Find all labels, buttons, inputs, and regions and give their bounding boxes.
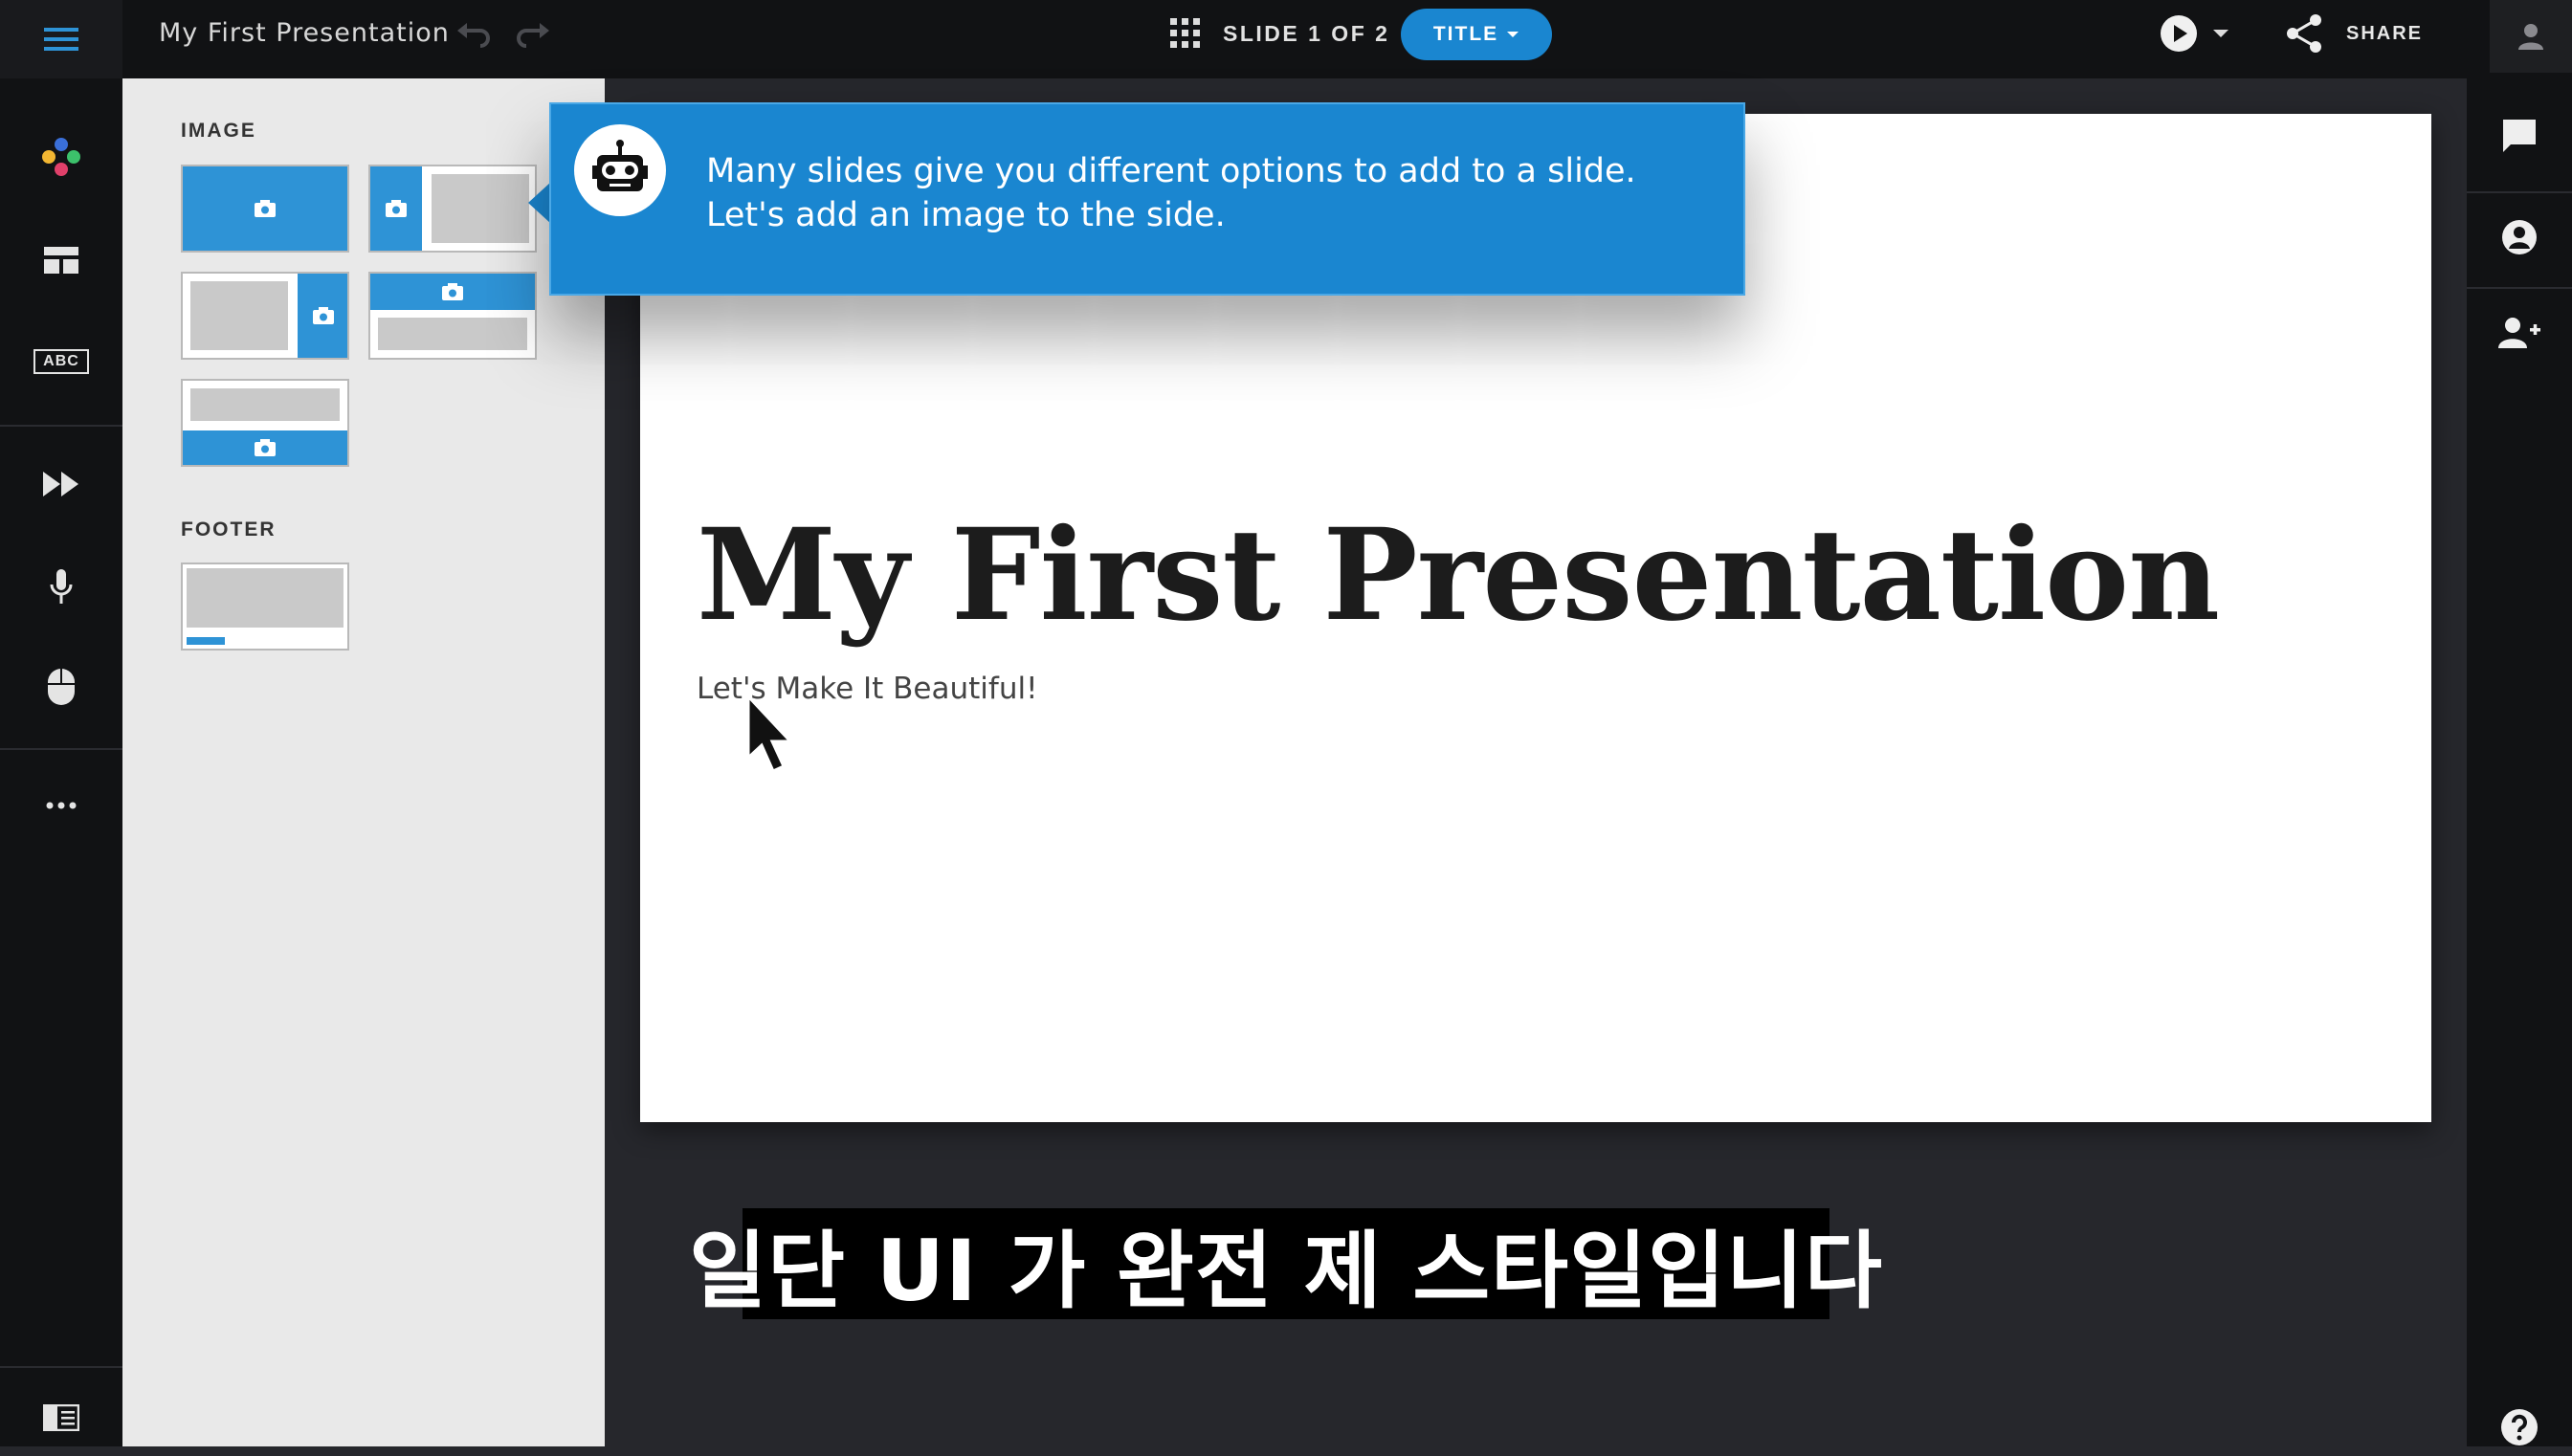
help-button[interactable] <box>2467 1399 2572 1456</box>
assistant-avatar <box>574 124 666 216</box>
caption-text: 일단 UI 가 완전 제 스타일입니다 <box>689 1221 1883 1320</box>
present-button[interactable] <box>2159 13 2229 54</box>
footer-section-label: FOOTER <box>181 518 277 540</box>
robot-icon <box>592 140 648 191</box>
text-icon: ABC <box>33 349 89 374</box>
caret-down-icon <box>2213 30 2228 37</box>
undo-button[interactable] <box>455 17 494 55</box>
panel-toggle-icon <box>43 1404 79 1431</box>
image-section-label: IMAGE <box>181 120 256 142</box>
document-title[interactable]: My First Presentation <box>159 17 450 50</box>
rail-divider <box>2467 191 2572 193</box>
right-toolbar <box>2467 78 2572 1446</box>
add-user-icon <box>2498 318 2540 348</box>
help-icon <box>2501 1409 2538 1445</box>
cursor-icon <box>746 693 794 773</box>
hamburger-menu-icon <box>44 28 78 51</box>
redo-button[interactable] <box>513 17 551 55</box>
animations-button[interactable] <box>0 455 122 513</box>
mouse-cursor <box>744 693 802 785</box>
hamburger-menu-button[interactable] <box>0 0 122 78</box>
user-icon <box>2518 24 2543 50</box>
camera-icon <box>255 200 276 217</box>
layout-icon <box>44 247 78 274</box>
image-option-full[interactable] <box>181 165 349 253</box>
footer-option[interactable] <box>181 563 349 651</box>
layout-options-panel: IMAGE FOOTER <box>122 78 605 1446</box>
camera-icon <box>255 439 276 456</box>
caret-down-icon <box>1507 32 1519 37</box>
layouts-button[interactable] <box>0 232 122 289</box>
logo-icon <box>42 138 80 176</box>
logo-button[interactable] <box>0 128 122 186</box>
voice-recording-button[interactable] <box>0 559 122 616</box>
rail-divider <box>0 748 122 750</box>
tooltip-message: Many slides give you different options t… <box>706 152 1636 234</box>
video-caption: 일단 UI 가 완전 제 스타일입니다 <box>689 1208 1882 1320</box>
slide-counter-label: SLIDE 1 OF 2 <box>1223 20 1390 46</box>
comments-button[interactable] <box>2467 107 2572 165</box>
text-icon-label: ABC <box>43 353 79 369</box>
user-menu-button[interactable] <box>2490 0 2572 73</box>
layout-dropdown-button[interactable]: TITLE <box>1401 9 1552 60</box>
invite-collaborator-button[interactable] <box>2467 304 2572 362</box>
layout-button-label: TITLE <box>1432 23 1499 45</box>
rail-divider <box>0 425 122 427</box>
slide-navigator[interactable]: SLIDE 1 OF 2 <box>1169 17 1389 50</box>
fast-forward-icon <box>43 472 78 496</box>
rail-divider <box>0 1366 122 1368</box>
camera-icon <box>442 283 463 300</box>
tooltip-arrow <box>528 182 551 224</box>
redo-icon <box>517 23 549 48</box>
left-toolbar: ABC <box>0 78 122 1446</box>
image-option-top[interactable] <box>368 272 537 360</box>
text-styles-button[interactable]: ABC <box>0 333 122 390</box>
share-icon <box>2287 14 2321 53</box>
grid-icon <box>1170 18 1200 48</box>
mouse-icon <box>48 669 75 705</box>
more-options-button[interactable] <box>0 777 122 834</box>
share-label: SHARE <box>2346 22 2424 44</box>
account-icon <box>2502 220 2537 254</box>
camera-icon <box>313 307 334 324</box>
rail-divider <box>2467 287 2572 289</box>
toggle-panel-button[interactable] <box>0 1391 122 1445</box>
play-icon <box>2161 15 2197 52</box>
undo-icon <box>457 23 490 48</box>
comment-icon <box>2503 120 2536 152</box>
account-button[interactable] <box>2467 209 2572 266</box>
share-button[interactable]: SHARE <box>2285 13 2423 54</box>
microphone-icon <box>50 569 73 604</box>
more-icon <box>46 802 77 809</box>
image-option-bottom[interactable] <box>181 379 349 467</box>
interactions-button[interactable] <box>0 658 122 716</box>
image-option-left[interactable] <box>368 165 537 253</box>
slide-title[interactable]: My First Presentation <box>697 501 2220 650</box>
image-option-right[interactable] <box>181 272 349 360</box>
camera-icon <box>386 200 407 217</box>
